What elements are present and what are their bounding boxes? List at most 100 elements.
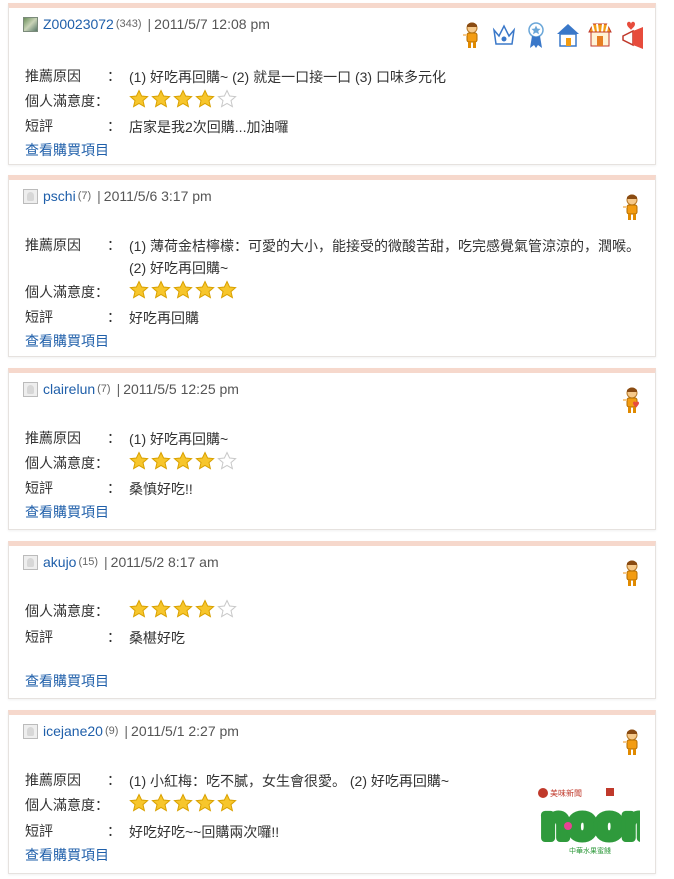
review-time: 2011/5/1 2:27 pm [131, 723, 239, 739]
star-full-icon [151, 793, 171, 813]
review-card: Z00023072 (343) | 2011/5/7 12:08 pm 推薦原因… [8, 3, 656, 165]
star-full-icon [151, 280, 171, 300]
colon: ： [107, 430, 121, 446]
badge-list [619, 192, 645, 222]
member-icon[interactable] [459, 20, 485, 50]
member-icon[interactable] [619, 558, 645, 588]
satisfaction-label: 個人滿意度： [25, 93, 109, 109]
avatar[interactable] [23, 381, 38, 397]
review-count: (343) [115, 18, 142, 30]
badge-list [619, 727, 645, 757]
logo-caption: 中華水果蜜餞 [569, 846, 611, 855]
colon: ： [107, 629, 121, 645]
review-header: clairelun (7) | 2011/5/5 12:25 pm [23, 381, 239, 397]
satisfaction-label: 個人滿意度： [25, 284, 109, 300]
colon: ： [107, 772, 121, 788]
star-rating [129, 599, 237, 621]
username-link[interactable]: pschi [43, 188, 76, 204]
review-count: (15) [78, 556, 99, 568]
reason-text: (1) 好吃再回購~ (2) 就是一口接一口 (3) 口味多元化 [129, 69, 446, 85]
reason-label: 推薦原因 [25, 430, 81, 446]
colon: ： [107, 68, 121, 84]
noon-brand-logo: 美味新聞 noon noon 中華水果蜜餞 [538, 788, 640, 855]
star-full-icon [195, 793, 215, 813]
star-full-icon [217, 793, 237, 813]
comment-row: 短評 ： 好吃再回購 [25, 307, 651, 329]
star-full-icon [173, 793, 193, 813]
comment-text: 桑慎好吃!! [129, 481, 193, 497]
comment-label: 短評 [25, 309, 53, 325]
separator: | [97, 188, 101, 204]
member-heart-icon[interactable] [619, 385, 645, 415]
reason-label: 推薦原因 [25, 237, 81, 253]
star-full-icon [129, 793, 149, 813]
love-megaphone-icon[interactable] [619, 20, 645, 50]
comment-label: 短評 [25, 118, 53, 134]
review-count: (7) [77, 190, 92, 202]
star-empty-icon [217, 451, 237, 471]
separator: | [147, 16, 152, 32]
review-time: 2011/5/7 12:08 pm [154, 16, 270, 32]
separator: | [116, 381, 121, 397]
member-icon[interactable] [619, 192, 645, 222]
view-items-link[interactable]: 查看購買項目 [25, 845, 109, 865]
separator: | [124, 723, 129, 739]
username-link[interactable]: Z00023072 [43, 16, 114, 32]
crown-icon[interactable] [491, 20, 517, 50]
review-card: clairelun (7) | 2011/5/5 12:25 pm 推薦原因 ：… [8, 368, 656, 530]
star-full-icon [195, 280, 215, 300]
satisfaction-label: 個人滿意度： [25, 455, 109, 471]
review-header: pschi (7) | 2011/5/6 3:17 pm [23, 188, 212, 204]
satisfaction-row: 個人滿意度： [25, 91, 237, 111]
review-header: Z00023072 (343) | 2011/5/7 12:08 pm [23, 16, 270, 32]
colon: ： [107, 237, 121, 253]
star-rating [129, 89, 237, 111]
satisfaction-row: 個人滿意度： [25, 601, 237, 621]
star-full-icon [173, 451, 193, 471]
avatar[interactable] [23, 188, 38, 204]
star-full-icon [151, 89, 171, 109]
comment-row: 短評 ： 桑慎好吃!! [25, 478, 651, 500]
colon: ： [107, 823, 121, 839]
star-full-icon [195, 599, 215, 619]
satisfaction-label: 個人滿意度： [25, 797, 109, 813]
view-items-link[interactable]: 查看購買項目 [25, 331, 109, 351]
star-rating [129, 280, 237, 302]
colon: ： [107, 118, 121, 134]
star-full-icon [129, 599, 149, 619]
star-full-icon [151, 451, 171, 471]
reason-text: (1) 薄荷金桔檸檬：可愛的大小，能接受的微酸苦甜，吃完感覺氣管涼涼的，潤喉。 … [129, 238, 640, 276]
review-time: 2011/5/5 12:25 pm [123, 381, 239, 397]
username-link[interactable]: akujo [43, 554, 76, 570]
view-items-link[interactable]: 查看購買項目 [25, 502, 109, 522]
username-link[interactable]: clairelun [43, 381, 95, 397]
review-count: (7) [97, 383, 111, 395]
avatar[interactable] [23, 723, 38, 739]
view-items-link[interactable]: 查看購買項目 [25, 671, 109, 691]
recommend-reason-row: 推薦原因 ： (1) 好吃再回購~ [25, 428, 651, 450]
member-icon[interactable] [619, 727, 645, 757]
recommend-reason-row: 推薦原因 ： (1) 好吃再回購~ (2) 就是一口接一口 (3) 口味多元化 [25, 66, 651, 88]
comment-label: 短評 [25, 629, 53, 645]
review-time: 2011/5/2 8:17 am [110, 554, 219, 570]
view-items-link[interactable]: 查看購買項目 [25, 140, 109, 160]
star-empty-icon [217, 89, 237, 109]
reason-label: 推薦原因 [25, 68, 81, 84]
star-full-icon [173, 280, 193, 300]
colon: ： [107, 309, 121, 325]
shop-icon[interactable] [587, 20, 613, 50]
reason-label: 推薦原因 [25, 772, 81, 788]
house-icon[interactable] [555, 20, 581, 50]
medal-icon[interactable] [523, 20, 549, 50]
logo-wordmark: noon [542, 799, 640, 848]
comment-label: 短評 [25, 480, 53, 496]
satisfaction-row: 個人滿意度： [25, 795, 237, 815]
review-time: 2011/5/6 3:17 pm [103, 188, 212, 204]
comment-text: 好吃再回購 [129, 310, 199, 326]
avatar[interactable] [23, 16, 38, 32]
avatar[interactable] [23, 554, 38, 570]
badge-list [619, 558, 645, 588]
badge-list [459, 20, 645, 50]
username-link[interactable]: icejane20 [43, 723, 103, 739]
star-full-icon [195, 89, 215, 109]
